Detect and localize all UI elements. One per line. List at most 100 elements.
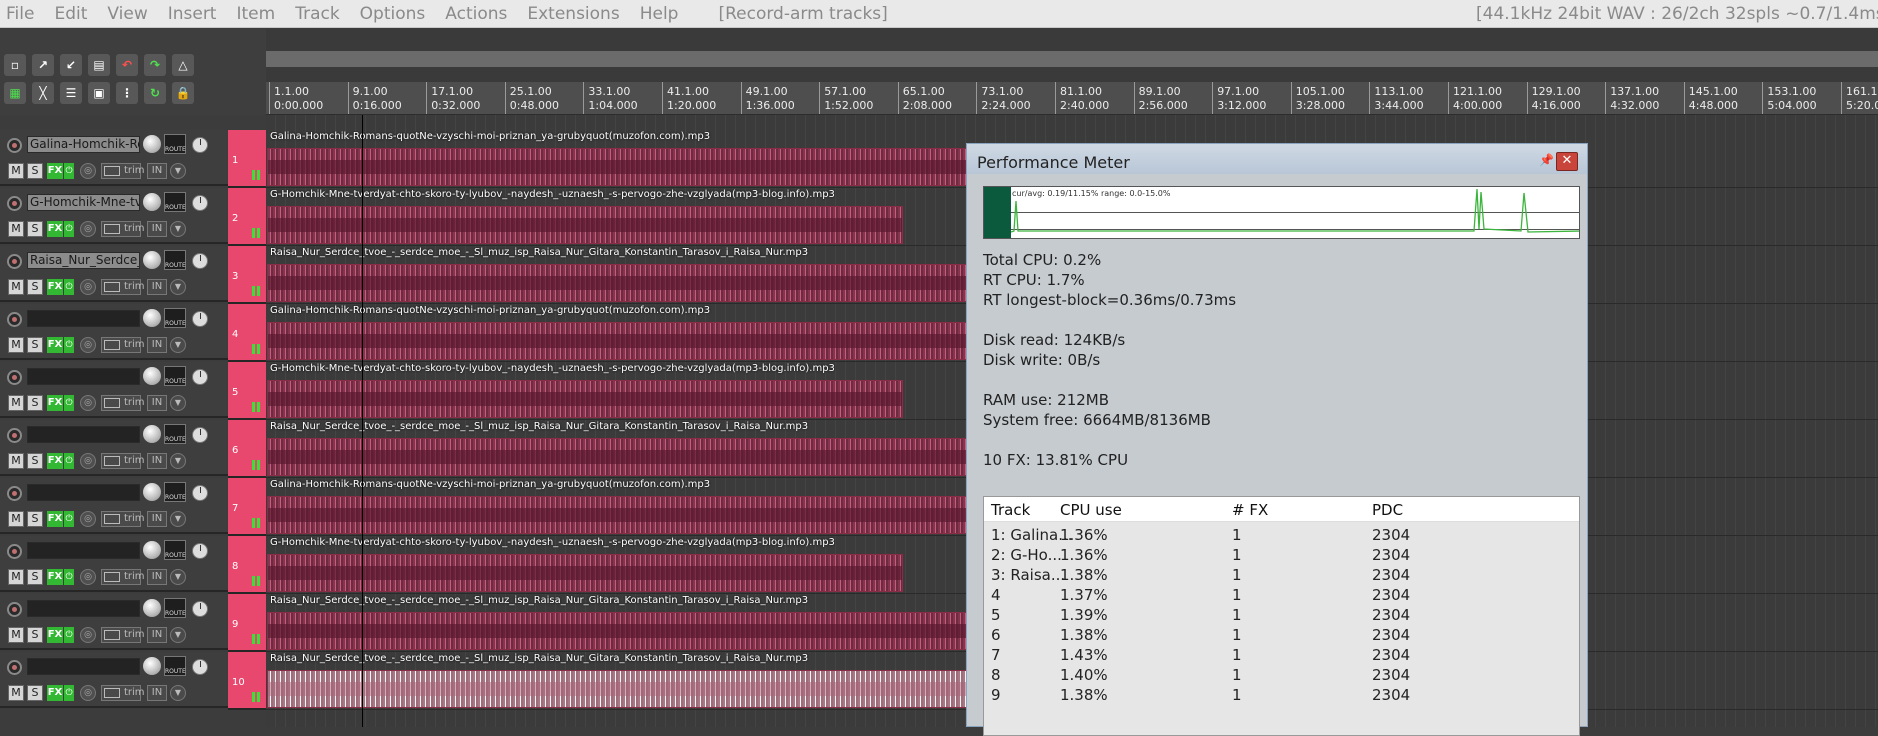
pan-knob[interactable] xyxy=(192,485,208,501)
volume-knob[interactable] xyxy=(143,657,161,675)
perf-title-bar[interactable]: Performance Meter 📌 ✕ xyxy=(967,144,1587,174)
mute-button[interactable]: M xyxy=(8,163,24,179)
volume-knob[interactable] xyxy=(143,599,161,617)
track-name-field[interactable] xyxy=(27,600,140,617)
fx-button[interactable]: FX xyxy=(47,395,63,411)
envelope-icon[interactable]: ☰ xyxy=(60,82,82,104)
track-header[interactable]: ROUTE M S FX ⏻ ◎ trim IN ▼ xyxy=(0,362,228,418)
fx-button[interactable]: FX xyxy=(47,685,63,701)
track-name-field[interactable] xyxy=(27,310,140,327)
input-button[interactable]: IN xyxy=(147,395,167,411)
track-name-field[interactable]: Raisa_Nur_Serdce_t xyxy=(27,252,140,269)
pan-knob[interactable] xyxy=(192,369,208,385)
route-button[interactable]: ROUTE xyxy=(164,192,186,212)
input-button[interactable]: IN xyxy=(147,511,167,527)
col-track[interactable]: Track xyxy=(991,501,1030,519)
route-button[interactable]: ROUTE xyxy=(164,598,186,618)
mute-button[interactable]: M xyxy=(8,221,24,237)
track-name-field[interactable]: Galina-Homchik-Ro xyxy=(27,136,140,153)
pan-knob[interactable] xyxy=(192,601,208,617)
fx-button[interactable]: FX xyxy=(47,337,63,353)
fx-bypass-icon[interactable]: ⏻ xyxy=(64,453,74,469)
route-button[interactable]: ROUTE xyxy=(164,540,186,560)
record-arm-button[interactable] xyxy=(7,428,22,443)
route-button[interactable]: ROUTE xyxy=(164,656,186,676)
track-number-strip[interactable]: 9 xyxy=(228,594,266,652)
menu-insert[interactable]: Insert xyxy=(168,4,217,24)
fx-button[interactable]: FX xyxy=(47,511,63,527)
pin-icon[interactable]: 📌 xyxy=(1539,153,1554,167)
track-header[interactable]: ROUTE M S FX ⏻ ◎ trim IN ▼ xyxy=(0,304,228,360)
fx-bypass-icon[interactable]: ⏻ xyxy=(64,569,74,585)
ripple-edit-icon[interactable]: ╳ xyxy=(32,82,54,104)
fx-button[interactable]: FX xyxy=(47,569,63,585)
pan-knob[interactable] xyxy=(192,137,208,153)
time-selection-bar[interactable] xyxy=(266,51,1878,67)
volume-knob[interactable] xyxy=(143,193,161,211)
fx-button[interactable]: FX xyxy=(47,279,63,295)
input-button[interactable]: IN xyxy=(147,279,167,295)
mute-button[interactable]: M xyxy=(8,453,24,469)
route-button[interactable]: ROUTE xyxy=(164,482,186,502)
menu-track[interactable]: Track xyxy=(295,4,339,24)
phase-icon[interactable]: ◎ xyxy=(80,511,96,527)
fx-bypass-icon[interactable]: ⏻ xyxy=(64,221,74,237)
mute-button[interactable]: M xyxy=(8,511,24,527)
chevron-down-icon[interactable]: ▼ xyxy=(170,685,186,701)
input-button[interactable]: IN xyxy=(147,453,167,469)
track-number-strip[interactable]: 6 xyxy=(228,420,266,478)
phase-icon[interactable]: ◎ xyxy=(80,221,96,237)
track-number-strip[interactable]: 1 xyxy=(228,130,266,188)
media-item[interactable] xyxy=(267,496,1027,534)
chevron-down-icon[interactable]: ▼ xyxy=(170,511,186,527)
solo-button[interactable]: S xyxy=(27,453,43,469)
menu-extensions[interactable]: Extensions xyxy=(527,4,619,24)
new-project-icon[interactable]: ▫ xyxy=(4,54,26,76)
input-button[interactable]: IN xyxy=(147,337,167,353)
media-item[interactable] xyxy=(267,670,1027,708)
grid-icon[interactable]: ⋮ xyxy=(116,82,138,104)
route-button[interactable]: ROUTE xyxy=(164,366,186,386)
input-button[interactable]: IN xyxy=(147,685,167,701)
phase-icon[interactable]: ◎ xyxy=(80,453,96,469)
record-arm-button[interactable] xyxy=(7,370,22,385)
solo-button[interactable]: S xyxy=(27,337,43,353)
pan-knob[interactable] xyxy=(192,427,208,443)
input-button[interactable]: IN xyxy=(147,627,167,643)
phase-icon[interactable]: ◎ xyxy=(80,279,96,295)
item-grouping-icon[interactable]: ▣ xyxy=(88,82,110,104)
track-number-strip[interactable]: 7 xyxy=(228,478,266,536)
track-name-field[interactable] xyxy=(27,484,140,501)
fx-button[interactable]: FX xyxy=(47,627,63,643)
pan-knob[interactable] xyxy=(192,543,208,559)
record-arm-button[interactable] xyxy=(7,312,22,327)
phase-icon[interactable]: ◎ xyxy=(80,627,96,643)
media-item[interactable] xyxy=(267,438,1027,476)
close-button[interactable]: ✕ xyxy=(1556,152,1578,171)
perf-table[interactable]: Track CPU use # FX PDC 1: Galina... 1.36%… xyxy=(983,496,1580,736)
track-header[interactable]: ROUTE M S FX ⏻ ◎ trim IN ▼ xyxy=(0,594,228,650)
lock-icon[interactable]: 🔒 xyxy=(172,82,194,104)
fx-bypass-icon[interactable]: ⏻ xyxy=(64,395,74,411)
fx-bypass-icon[interactable]: ⏻ xyxy=(64,511,74,527)
chevron-down-icon[interactable]: ▼ xyxy=(170,395,186,411)
pan-knob[interactable] xyxy=(192,311,208,327)
route-button[interactable]: ROUTE xyxy=(164,134,186,154)
track-header[interactable]: ROUTE M S FX ⏻ ◎ trim IN ▼ xyxy=(0,536,228,592)
solo-button[interactable]: S xyxy=(27,163,43,179)
track-header[interactable]: Raisa_Nur_Serdce_t ROUTE M S FX ⏻ ◎ trim IN ▼ xyxy=(0,246,228,302)
chevron-down-icon[interactable]: ▼ xyxy=(170,627,186,643)
record-arm-button[interactable] xyxy=(7,544,22,559)
phase-icon[interactable]: ◎ xyxy=(80,569,96,585)
solo-button[interactable]: S xyxy=(27,627,43,643)
fx-button[interactable]: FX xyxy=(47,453,63,469)
mute-button[interactable]: M xyxy=(8,569,24,585)
input-button[interactable]: IN xyxy=(147,163,167,179)
open-project-icon[interactable]: ↗ xyxy=(32,54,54,76)
record-arm-button[interactable] xyxy=(7,138,22,153)
route-button[interactable]: ROUTE xyxy=(164,308,186,328)
track-name-field[interactable] xyxy=(27,658,140,675)
fx-bypass-icon[interactable]: ⏻ xyxy=(64,279,74,295)
route-button[interactable]: ROUTE xyxy=(164,250,186,270)
track-name-field[interactable] xyxy=(27,368,140,385)
